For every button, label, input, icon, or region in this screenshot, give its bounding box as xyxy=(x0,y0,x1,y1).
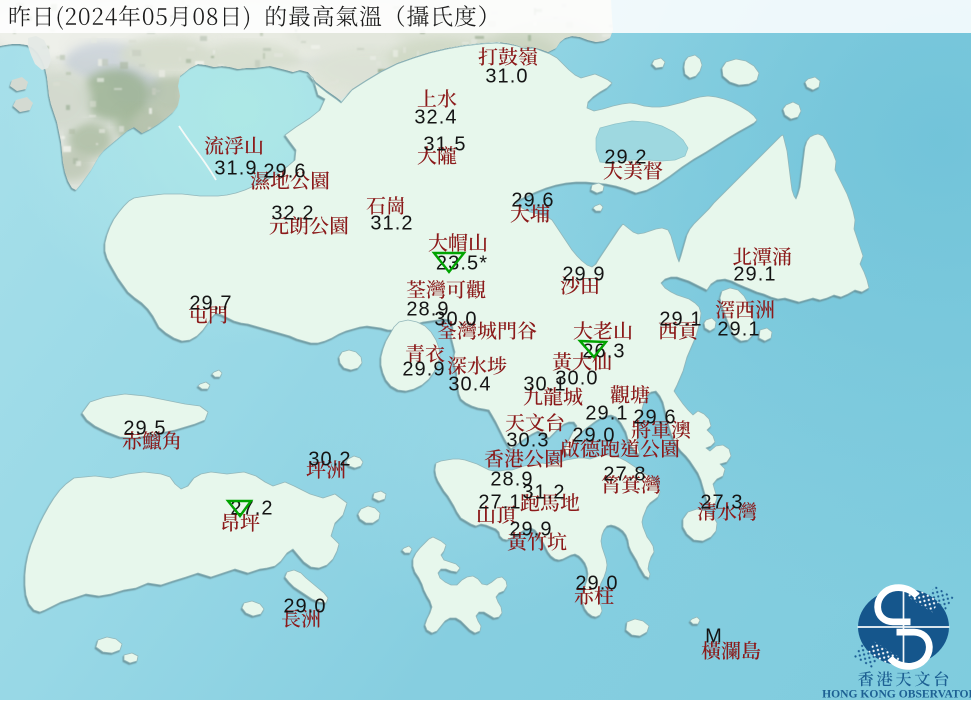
svg-text:29.6: 29.6 xyxy=(511,190,554,212)
svg-text:29.6: 29.6 xyxy=(263,161,306,183)
svg-text:32.4: 32.4 xyxy=(414,107,457,129)
svg-text:30.4: 30.4 xyxy=(448,374,491,396)
svg-text:30.3: 30.3 xyxy=(506,430,549,452)
svg-text:30.1: 30.1 xyxy=(523,374,566,396)
svg-text:29.9: 29.9 xyxy=(509,519,552,541)
svg-text:29.0: 29.0 xyxy=(572,425,615,447)
svg-text:29.9: 29.9 xyxy=(402,359,445,381)
svg-text:29.6: 29.6 xyxy=(633,407,676,429)
svg-text:31.5: 31.5 xyxy=(423,134,466,156)
svg-text:27.1: 27.1 xyxy=(478,492,521,514)
svg-text:27.3: 27.3 xyxy=(700,492,743,514)
svg-text:29.1: 29.1 xyxy=(585,403,628,425)
svg-text:31.2: 31.2 xyxy=(522,482,565,504)
svg-text:29.1: 29.1 xyxy=(659,309,702,331)
svg-text:29.5: 29.5 xyxy=(123,418,166,440)
svg-text:HONG KONG OBSERVATORY: HONG KONG OBSERVATORY xyxy=(822,688,971,701)
svg-text:29.0: 29.0 xyxy=(283,596,326,618)
svg-text:M: M xyxy=(705,626,723,648)
svg-text:30.2: 30.2 xyxy=(308,449,351,471)
svg-text:29.1: 29.1 xyxy=(717,319,760,341)
svg-text:31.0: 31.0 xyxy=(485,66,528,88)
svg-text:32.2: 32.2 xyxy=(271,203,314,225)
svg-text:27.8: 27.8 xyxy=(603,464,646,486)
svg-text:31.2: 31.2 xyxy=(370,213,413,235)
svg-text:29.7: 29.7 xyxy=(189,293,232,315)
svg-text:30.0: 30.0 xyxy=(434,309,477,331)
svg-text:29.1: 29.1 xyxy=(733,264,776,286)
svg-text:29.9: 29.9 xyxy=(562,264,605,286)
svg-text:31.9: 31.9 xyxy=(214,158,257,180)
svg-text:29.2: 29.2 xyxy=(604,147,647,169)
svg-text:29.0: 29.0 xyxy=(575,573,618,595)
